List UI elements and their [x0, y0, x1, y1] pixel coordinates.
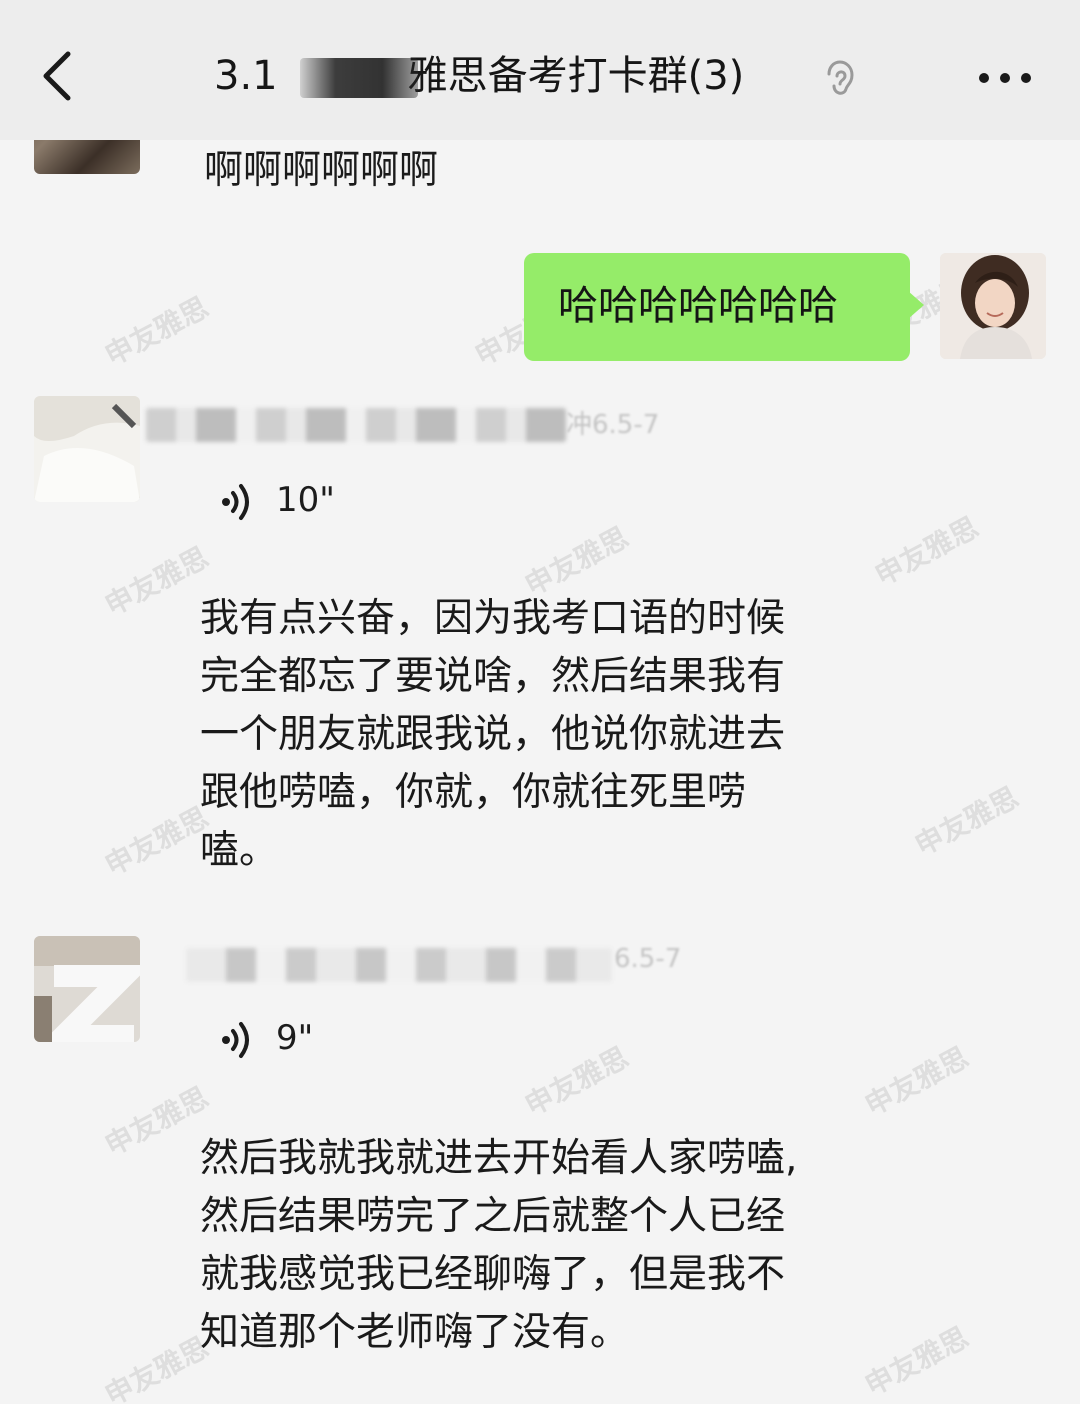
- voice-transcript[interactable]: 我有点兴奋，因为我考口语的时候 完全都忘了要说啥，然后结果我有 一个朋友就跟我说…: [200, 590, 900, 880]
- more-dots-icon: [979, 73, 1031, 83]
- transcript-line: 跟他唠嗑，你就，你就往死里唠: [200, 770, 747, 815]
- voice-message[interactable]: 10": [220, 472, 360, 532]
- watermark: 申友雅思: [99, 1330, 214, 1404]
- message-text: 哈哈哈哈哈哈哈: [558, 283, 838, 329]
- avatar-photo: [940, 253, 1046, 359]
- transcript-line: 嗑。: [200, 828, 279, 873]
- voice-wave-icon: [222, 1022, 249, 1058]
- chat-title[interactable]: 3.1 雅思备考打卡群(3): [214, 46, 744, 106]
- transcript-line: 然后结果唠完了之后就整个人已经: [200, 1194, 786, 1239]
- watermark: 申友雅思: [519, 1040, 634, 1123]
- transcript-line: 我有点兴奋，因为我考口语的时候: [200, 596, 786, 641]
- voice-transcript[interactable]: 然后我就我就进去开始看人家唠嗑, 然后结果唠完了之后就整个人已经 就我感觉我已经…: [200, 1130, 900, 1362]
- watermark: 申友雅思: [859, 1040, 974, 1123]
- watermark: 申友雅思: [99, 540, 214, 623]
- transcript-line: 就我感觉我已经聊嗨了，但是我不: [200, 1252, 786, 1297]
- title-redaction: [300, 58, 418, 98]
- sender-name-suffix: 6.5-7: [614, 944, 682, 974]
- sender-name-suffix: 冲6.5-7: [566, 410, 660, 440]
- ear-icon: [827, 60, 854, 95]
- avatar-photo: [34, 936, 140, 1042]
- watermark: 申友雅思: [869, 510, 984, 593]
- transcript-line: 然后我就我就进去开始看人家唠嗑,: [200, 1136, 798, 1181]
- top-bar: 3.1 雅思备考打卡群(3): [0, 0, 1080, 140]
- watermark: 申友雅思: [99, 800, 214, 883]
- sender-name-redacted: [186, 948, 612, 982]
- watermark: 申友雅思: [99, 290, 214, 373]
- avatar-photo: [34, 396, 140, 502]
- transcript-line: 知道那个老师嗨了没有。: [200, 1310, 630, 1355]
- voice-message[interactable]: 9": [220, 1010, 340, 1070]
- message-text[interactable]: 啊啊啊啊啊啊: [204, 142, 438, 200]
- back-button[interactable]: [30, 40, 90, 112]
- chevron-left-icon: [43, 51, 71, 101]
- avatar[interactable]: [34, 140, 140, 174]
- chat-title-suffix: 雅思备考打卡群(3): [407, 53, 745, 99]
- chat-area[interactable]: 申友雅思 申友雅思 申友雅思 申友雅思 申友雅思 申友雅思 申友雅思 申友雅思 …: [0, 140, 1080, 1404]
- transcript-line: 一个朋友就跟我说，他说你就进去: [200, 712, 786, 757]
- voice-duration: 10": [276, 480, 335, 520]
- watermark: 申友雅思: [909, 780, 1024, 863]
- avatar[interactable]: [34, 396, 140, 502]
- avatar[interactable]: [34, 936, 140, 1042]
- watermark: 申友雅思: [99, 1080, 214, 1163]
- transcript-line: 完全都忘了要说啥，然后结果我有: [200, 654, 786, 699]
- voice-duration: 9": [276, 1018, 314, 1058]
- chat-title-prefix: 3.1: [214, 53, 278, 99]
- sender-name-redacted: [146, 408, 566, 442]
- more-button[interactable]: [970, 48, 1040, 108]
- voice-wave-icon: [222, 484, 249, 520]
- my-avatar[interactable]: [940, 253, 1046, 359]
- my-message-bubble[interactable]: 哈哈哈哈哈哈哈: [524, 253, 924, 361]
